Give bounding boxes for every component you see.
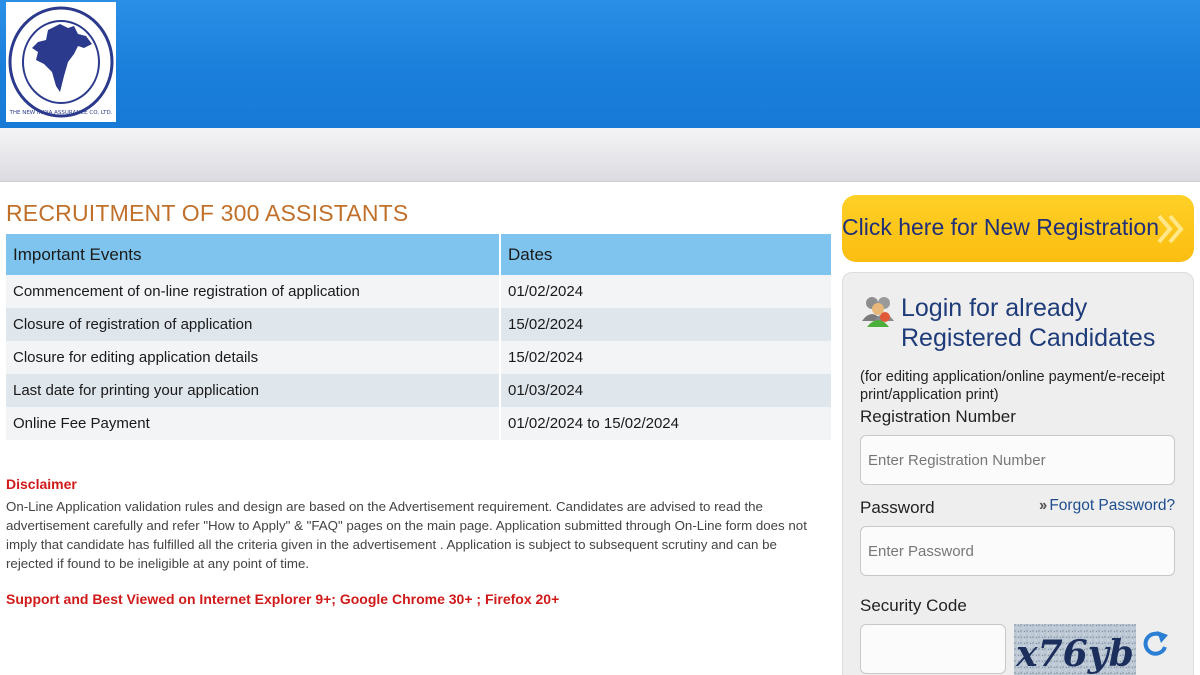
logo-text: THE NEW INDIA ASSURANCE CO. LTD. <box>8 110 112 116</box>
table-row: Commencement of on-line registration of … <box>6 275 831 308</box>
password-label: Password <box>860 498 935 517</box>
important-events-table: Important Events Dates Commencement of o… <box>6 234 831 440</box>
new-registration-label: Click here for New Registration <box>842 214 1160 240</box>
logo: THE NEW INDIA ASSURANCE CO. LTD. <box>6 2 116 122</box>
forgot-password-label: Forgot Password? <box>1049 497 1176 514</box>
table-row: Closure for editing application details … <box>6 341 831 374</box>
double-chevron-icon: ›› <box>1039 497 1047 514</box>
event-cell: Commencement of on-line registration of … <box>6 275 501 308</box>
date-cell: 15/02/2024 <box>500 341 831 374</box>
event-cell: Last date for printing your application <box>6 374 501 407</box>
captcha-text: x76yb <box>1015 633 1134 675</box>
page-title: RECRUITMENT OF 300 ASSISTANTS <box>6 200 409 226</box>
refresh-icon[interactable] <box>1141 629 1169 659</box>
security-code-label: Security Code <box>860 596 967 615</box>
users-icon <box>862 297 894 327</box>
event-cell: Closure for editing application details <box>6 341 501 374</box>
password-input[interactable] <box>860 526 1175 576</box>
event-cell: Online Fee Payment <box>6 407 501 440</box>
captcha-image: x76yb <box>1014 624 1136 675</box>
new-registration-button[interactable]: Click here for New Registration <box>842 195 1194 262</box>
login-subtitle: (for editing application/online payment/… <box>860 369 1165 403</box>
forgot-password-link[interactable]: ›› Forgot Password? <box>1039 497 1175 515</box>
login-panel: Login for already Registered Candidates … <box>842 272 1194 675</box>
column-header-dates: Dates <box>500 234 831 275</box>
site-header: THE NEW INDIA ASSURANCE CO. LTD. <box>0 0 1200 128</box>
security-code-input[interactable] <box>860 624 1006 674</box>
date-cell: 01/02/2024 <box>500 275 831 308</box>
nav-bar <box>0 128 1200 182</box>
new-india-assurance-logo: THE NEW INDIA ASSURANCE CO. LTD. <box>8 6 114 118</box>
browser-support-note: Support and Best Viewed on Internet Expl… <box>6 591 560 607</box>
date-cell: 01/03/2024 <box>500 374 831 407</box>
date-cell: 15/02/2024 <box>500 308 831 341</box>
table-row: Online Fee Payment 01/02/2024 to 15/02/2… <box>6 407 831 440</box>
registration-number-input[interactable] <box>860 435 1175 485</box>
login-title: Login for already Registered Candidates <box>901 294 1156 352</box>
disclaimer-title: Disclaimer <box>6 476 77 492</box>
table-row: Closure of registration of application 1… <box>6 308 831 341</box>
date-cell: 01/02/2024 to 15/02/2024 <box>500 407 831 440</box>
table-header-row: Important Events Dates <box>6 234 831 275</box>
double-chevron-right-icon <box>1157 214 1184 244</box>
event-cell: Closure of registration of application <box>6 308 501 341</box>
column-header-events: Important Events <box>6 234 501 275</box>
disclaimer-text: On-Line Application validation rules and… <box>6 499 807 571</box>
table-row: Last date for printing your application … <box>6 374 831 407</box>
registration-number-label: Registration Number <box>860 407 1016 426</box>
